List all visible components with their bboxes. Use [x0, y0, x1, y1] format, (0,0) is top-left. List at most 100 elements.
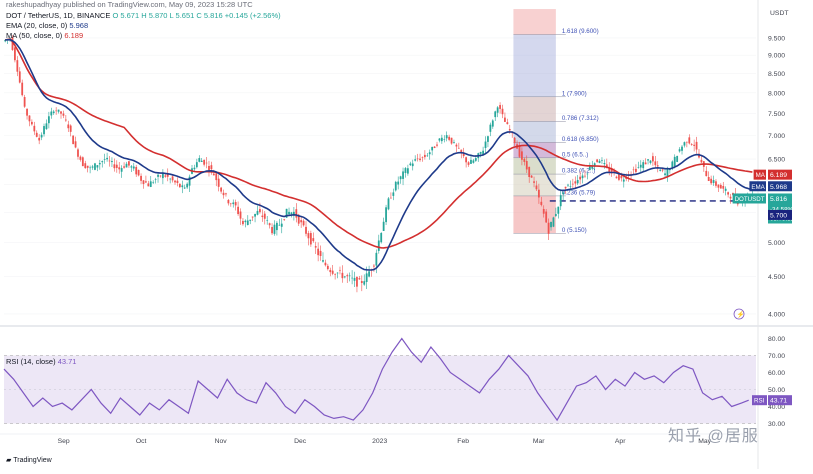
fib-level-label: 0 (5.150) — [562, 227, 587, 234]
candle-body — [586, 173, 589, 175]
candle-body — [622, 179, 625, 182]
candle-body — [487, 136, 489, 142]
candle-body — [300, 220, 303, 223]
candle-body — [433, 146, 436, 149]
header-line-3: MA (50, close, 0) 6.189 — [6, 31, 83, 40]
candle-body — [266, 220, 269, 221]
candle-body — [489, 124, 492, 132]
candle-body — [278, 224, 281, 226]
candle-body — [385, 207, 387, 223]
candle-body — [394, 181, 397, 191]
candle-body — [135, 166, 138, 175]
candle-body — [601, 160, 603, 161]
rsi-tick-label: 60.00 — [768, 370, 785, 377]
price-tick-label: 8.000 — [768, 90, 785, 97]
candle-body — [271, 227, 273, 234]
candle-body — [571, 183, 574, 185]
candle-body — [142, 180, 145, 185]
candle-body — [445, 135, 448, 139]
candle-body — [358, 278, 361, 280]
candle-body — [21, 82, 24, 96]
candle-body — [504, 117, 506, 122]
candle-body — [305, 226, 307, 234]
candle-body — [673, 156, 676, 167]
candle-body — [324, 262, 327, 266]
candle-body — [203, 159, 206, 165]
candle-body — [52, 111, 55, 114]
candle-body — [290, 212, 293, 215]
candle-body — [712, 180, 715, 184]
x-tick-label: Oct — [136, 438, 147, 445]
candle-body — [472, 160, 475, 163]
candle-body — [649, 160, 652, 163]
candle-body — [470, 159, 472, 164]
tradingview-logo[interactable]: ▰ TradingView — [6, 456, 52, 464]
x-tick-label: Nov — [215, 438, 228, 445]
candle-body — [212, 173, 215, 176]
price-tick-label: 9.000 — [768, 53, 785, 60]
candle-body — [176, 180, 179, 184]
header-line-2: EMA (20, close, 0) 5.968 — [6, 21, 88, 30]
candle-body — [375, 252, 378, 266]
ema-legend-label[interactable]: EMA (20, close, 0) — [6, 21, 67, 30]
candle-body — [506, 122, 509, 125]
candle-body — [341, 272, 344, 279]
candle-body — [562, 192, 565, 195]
candle-body — [317, 248, 320, 256]
ema-legend-value: 5.968 — [69, 21, 89, 30]
candle-body — [171, 176, 174, 181]
candle-body — [584, 175, 586, 177]
candle-body — [719, 184, 722, 189]
candle-body — [428, 152, 431, 155]
candle-body — [431, 146, 434, 151]
candle-body — [343, 276, 346, 278]
candle-body — [690, 143, 693, 145]
price-tick-label: 8.500 — [768, 71, 785, 78]
candle-body — [111, 161, 113, 163]
candle-body — [484, 141, 487, 148]
rsi-badge-value: 43.71 — [770, 398, 787, 405]
candle-body — [55, 110, 58, 112]
candle-body — [615, 176, 618, 179]
candle-body — [387, 198, 390, 210]
candle-body — [50, 111, 53, 116]
rsi-header: RSI (14, close) 43.71 — [6, 357, 76, 366]
candle-body — [695, 141, 698, 150]
candle-body — [443, 139, 446, 140]
fib-zone-band — [513, 34, 556, 97]
x-tick-label: 2023 — [372, 438, 387, 445]
rsi-legend-label[interactable]: RSI (14, close) — [6, 357, 56, 366]
candle-body — [579, 176, 582, 180]
candle-body — [603, 163, 606, 165]
rsi-legend-value: 43.71 — [57, 357, 77, 366]
price-badge-value: 5.816 — [770, 196, 787, 203]
candle-body — [181, 185, 184, 188]
published-note: rakeshupadhyay published on TradingView.… — [6, 0, 253, 9]
rsi-tick-label: 30.00 — [768, 421, 785, 428]
candle-body — [60, 111, 62, 114]
candle-body — [331, 270, 334, 274]
price-badge-tag-text: DOTUSDT — [735, 196, 765, 203]
candle-body — [642, 162, 645, 169]
candle-body — [229, 203, 232, 205]
price-badge-tag-text: EMA — [751, 184, 765, 191]
candle-body — [457, 147, 460, 149]
ma-legend-label[interactable]: MA (50, close, 0) — [6, 31, 62, 40]
candle-body — [273, 224, 276, 234]
price-badge-value: 5.700 — [770, 212, 787, 219]
candle-body — [661, 169, 664, 171]
candle-body — [334, 274, 337, 275]
candle-body — [169, 178, 172, 180]
candle-body — [639, 164, 642, 168]
candle-body — [710, 178, 713, 184]
candle-body — [62, 113, 65, 116]
candle-body — [86, 165, 89, 168]
rsi-tick-label: 50.00 — [768, 387, 785, 394]
candle-body — [164, 175, 167, 177]
candle-body — [528, 166, 531, 177]
candle-body — [685, 141, 688, 143]
candle-body — [409, 163, 412, 166]
candle-body — [681, 146, 683, 151]
candle-body — [295, 209, 298, 218]
candle-body — [554, 214, 557, 216]
